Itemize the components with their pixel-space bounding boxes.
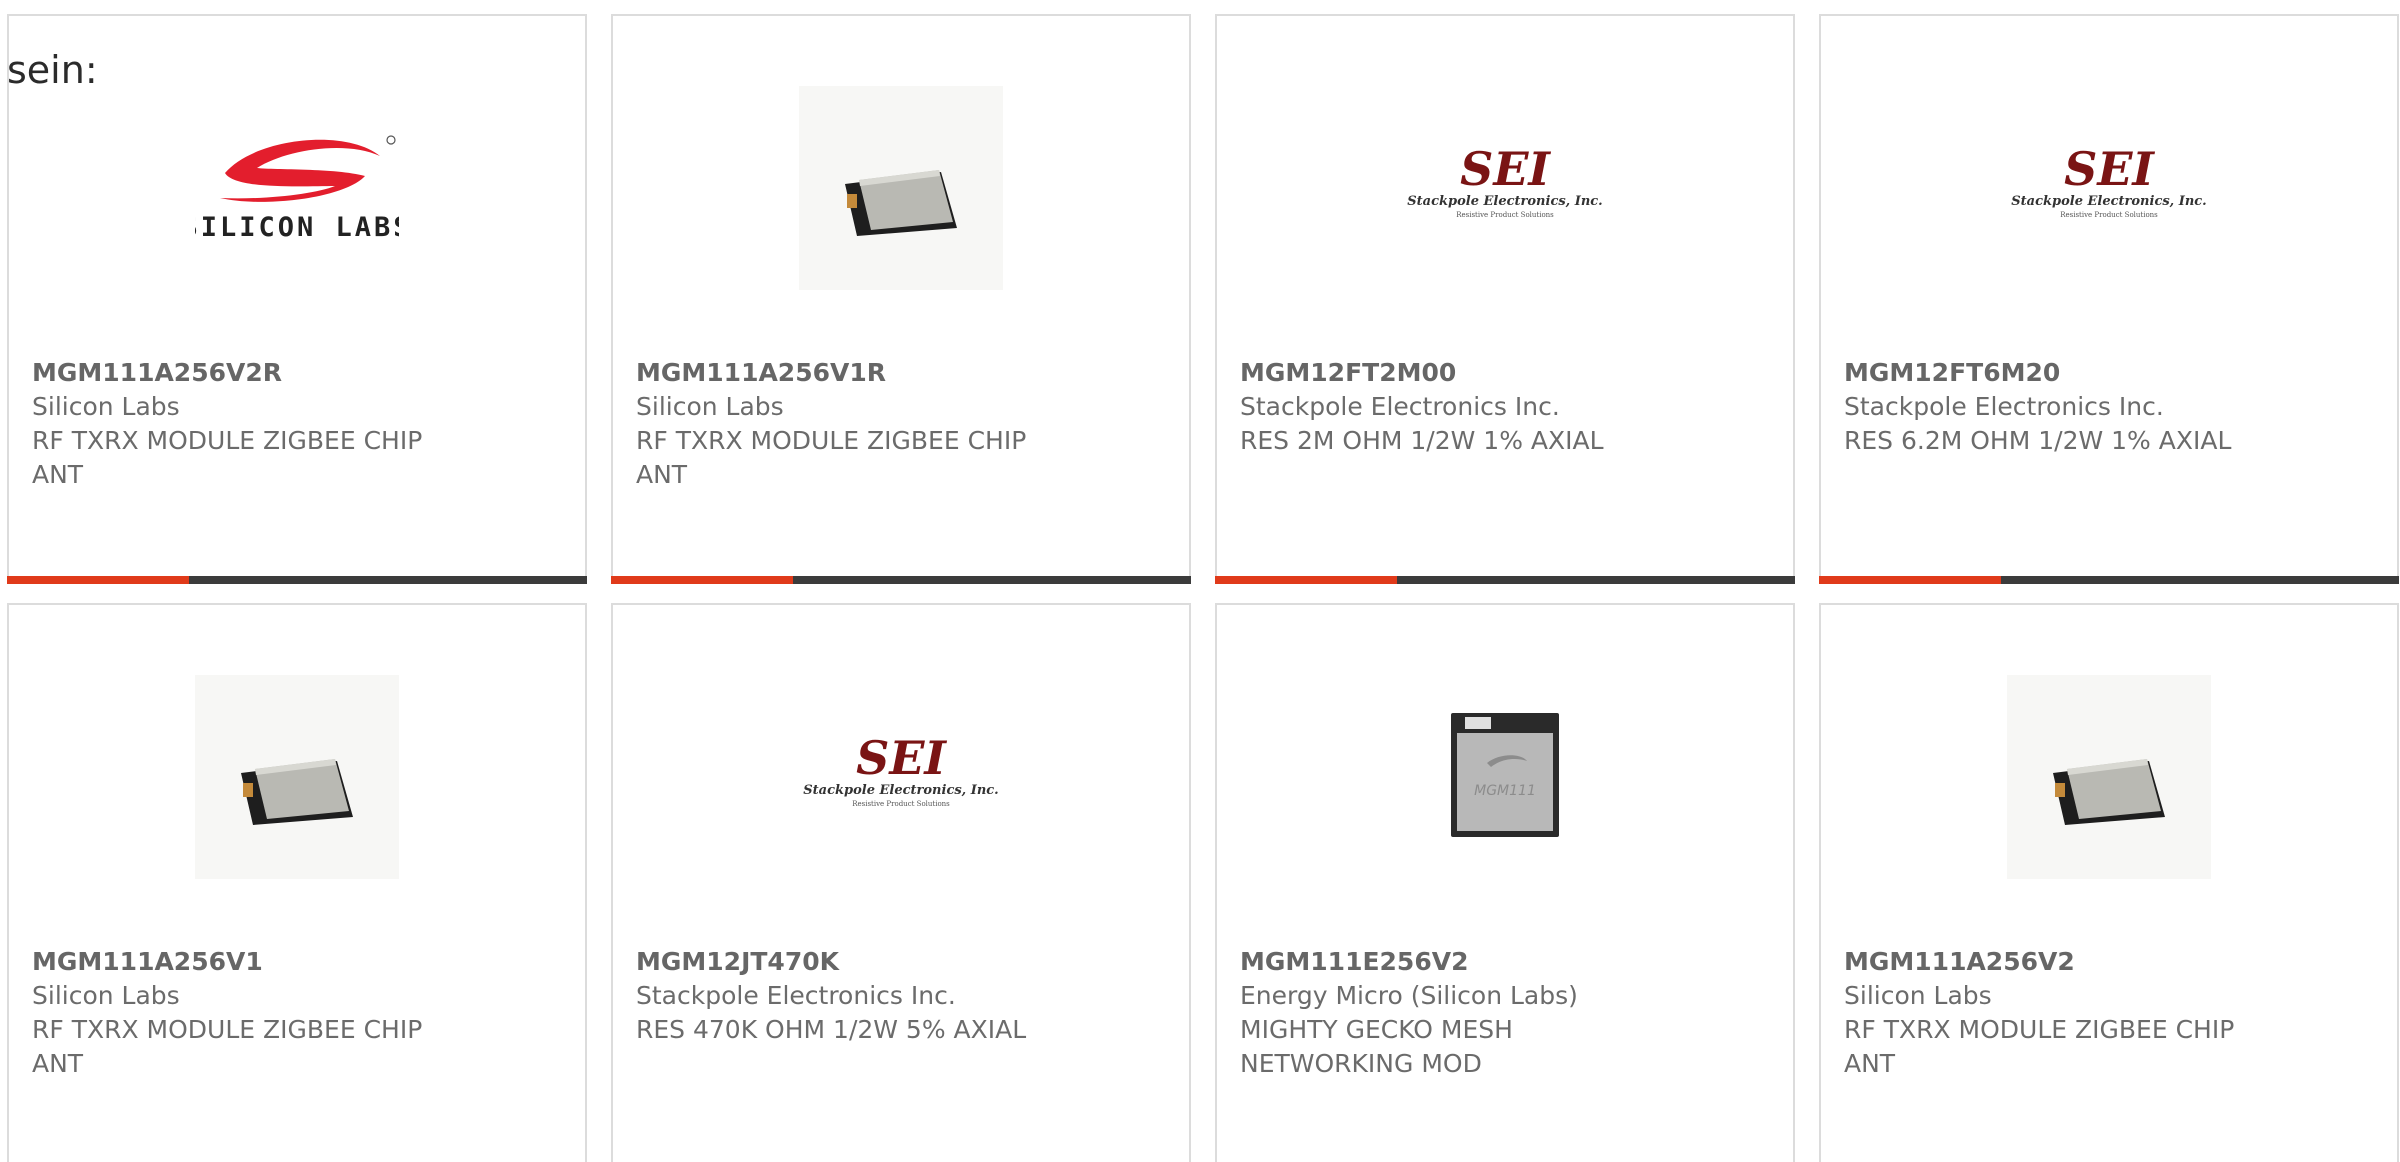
- description: RF TXRX MODULE ZIGBEE CHIP: [1844, 1015, 2235, 1044]
- logo-subtext: Stackpole Electronics, Inc.: [803, 783, 998, 798]
- product-image[interactable]: MGM111: [1403, 675, 1607, 879]
- card-bottom-bar-accent: [7, 576, 189, 584]
- card-bottom-bar-accent: [611, 576, 793, 584]
- manufacturer: Energy Micro (Silicon Labs): [1240, 981, 1578, 1010]
- product-card[interactable]: SEI Stackpole Electronics, Inc. Resistiv…: [611, 603, 1191, 1162]
- logo-text: SEI: [1460, 143, 1551, 196]
- product-grid-page: sein: SILICON LABS MGM111A256V2R Silicon…: [0, 0, 2400, 1162]
- rf-module-photo: [2007, 675, 2211, 879]
- manufacturer: Silicon Labs: [636, 392, 784, 421]
- manufacturer: Stackpole Electronics Inc.: [1240, 392, 1560, 421]
- part-number[interactable]: MGM12FT6M20: [1844, 356, 2307, 390]
- description: ANT: [1844, 1049, 1896, 1078]
- product-text: MGM111A256V2 Silicon Labs RF TXRX MODULE…: [1844, 945, 2307, 1081]
- description: NETWORKING MOD: [1240, 1049, 1482, 1078]
- intro-text: sein:: [7, 48, 98, 92]
- product-image[interactable]: SEI Stackpole Electronics, Inc. Resistiv…: [2007, 86, 2211, 290]
- product-text: MGM12JT470K Stackpole Electronics Inc. R…: [636, 945, 1099, 1047]
- product-image[interactable]: SILICON LABS: [195, 86, 399, 290]
- logo-tagline: Resistive Product Solutions: [2060, 211, 2158, 219]
- product-card[interactable]: SEI Stackpole Electronics, Inc. Resistiv…: [1215, 14, 1795, 584]
- product-image[interactable]: SEI Stackpole Electronics, Inc. Resistiv…: [799, 675, 1003, 879]
- card-bottom-bar: [611, 576, 1191, 584]
- card-bottom-bar: [1215, 576, 1795, 584]
- part-number[interactable]: MGM111A256V1: [32, 945, 495, 979]
- description: RF TXRX MODULE ZIGBEE CHIP: [32, 1015, 423, 1044]
- product-text: MGM111E256V2 Energy Micro (Silicon Labs)…: [1240, 945, 1703, 1081]
- product-card[interactable]: MGM111A256V1R Silicon Labs RF TXRX MODUL…: [611, 14, 1191, 584]
- manufacturer: Silicon Labs: [1844, 981, 1992, 1010]
- manufacturer: Silicon Labs: [32, 981, 180, 1010]
- product-card[interactable]: MGM111 MGM111E256V2 Energy Micro (Silico…: [1215, 603, 1795, 1162]
- description: ANT: [32, 460, 84, 489]
- product-image[interactable]: [195, 675, 399, 879]
- product-text: MGM111A256V1 Silicon Labs RF TXRX MODULE…: [32, 945, 495, 1081]
- product-card[interactable]: SEI Stackpole Electronics, Inc. Resistiv…: [1819, 14, 2399, 584]
- logo-text: SILICON LABS: [195, 212, 399, 243]
- card-bottom-bar: [7, 576, 587, 584]
- product-text: MGM12FT2M00 Stackpole Electronics Inc. R…: [1240, 356, 1703, 458]
- product-card[interactable]: MGM111A256V2 Silicon Labs RF TXRX MODULE…: [1819, 603, 2399, 1162]
- product-card[interactable]: SILICON LABS MGM111A256V2R Silicon Labs …: [7, 14, 587, 584]
- card-bottom-bar: [1819, 576, 2399, 584]
- logo-subtext: Stackpole Electronics, Inc.: [2011, 194, 2206, 209]
- logo-tagline: Resistive Product Solutions: [852, 800, 950, 808]
- description: RF TXRX MODULE ZIGBEE CHIP: [636, 426, 1027, 455]
- part-number[interactable]: MGM111E256V2: [1240, 945, 1703, 979]
- manufacturer: Stackpole Electronics Inc.: [1844, 392, 2164, 421]
- product-text: MGM12FT6M20 Stackpole Electronics Inc. R…: [1844, 356, 2307, 458]
- product-text: MGM111A256V1R Silicon Labs RF TXRX MODUL…: [636, 356, 1099, 492]
- part-number[interactable]: MGM12JT470K: [636, 945, 1099, 979]
- product-image[interactable]: [799, 86, 1003, 290]
- part-number[interactable]: MGM111A256V2: [1844, 945, 2307, 979]
- description: RES 470K OHM 1/2W 5% AXIAL: [636, 1015, 1027, 1044]
- description: ANT: [636, 460, 688, 489]
- description: RES 2M OHM 1/2W 1% AXIAL: [1240, 426, 1604, 455]
- manufacturer: Stackpole Electronics Inc.: [636, 981, 956, 1010]
- logo-tagline: Resistive Product Solutions: [1456, 211, 1554, 219]
- card-bottom-bar-accent: [1215, 576, 1397, 584]
- rf-module-photo: [195, 675, 399, 879]
- rf-module-photo: [799, 86, 1003, 290]
- part-number[interactable]: MGM12FT2M00: [1240, 356, 1703, 390]
- product-image[interactable]: SEI Stackpole Electronics, Inc. Resistiv…: [1403, 86, 1607, 290]
- product-image[interactable]: [2007, 675, 2211, 879]
- sei-logo: SEI Stackpole Electronics, Inc. Resistiv…: [2011, 143, 2206, 219]
- product-card[interactable]: MGM111A256V1 Silicon Labs RF TXRX MODULE…: [7, 603, 587, 1162]
- manufacturer: Silicon Labs: [32, 392, 180, 421]
- description: RES 6.2M OHM 1/2W 1% AXIAL: [1844, 426, 2232, 455]
- sei-logo: SEI Stackpole Electronics, Inc. Resistiv…: [803, 732, 998, 808]
- description: RF TXRX MODULE ZIGBEE CHIP: [32, 426, 423, 455]
- chip-text: MGM111: [1474, 783, 1536, 799]
- sei-logo: SEI Stackpole Electronics, Inc. Resistiv…: [1407, 143, 1602, 219]
- logo-text: SEI: [856, 732, 947, 785]
- product-text: MGM111A256V2R Silicon Labs RF TXRX MODUL…: [32, 356, 495, 492]
- card-bottom-bar-accent: [1819, 576, 2001, 584]
- description: ANT: [32, 1049, 84, 1078]
- logo-subtext: Stackpole Electronics, Inc.: [1407, 194, 1602, 209]
- silicon-labs-logo: SILICON LABS: [195, 135, 399, 243]
- part-number[interactable]: MGM111A256V2R: [32, 356, 495, 390]
- part-number[interactable]: MGM111A256V1R: [636, 356, 1099, 390]
- logo-text: SEI: [2064, 143, 2155, 196]
- mighty-gecko-module-photo: MGM111: [1443, 713, 1567, 839]
- description: MIGHTY GECKO MESH: [1240, 1015, 1513, 1044]
